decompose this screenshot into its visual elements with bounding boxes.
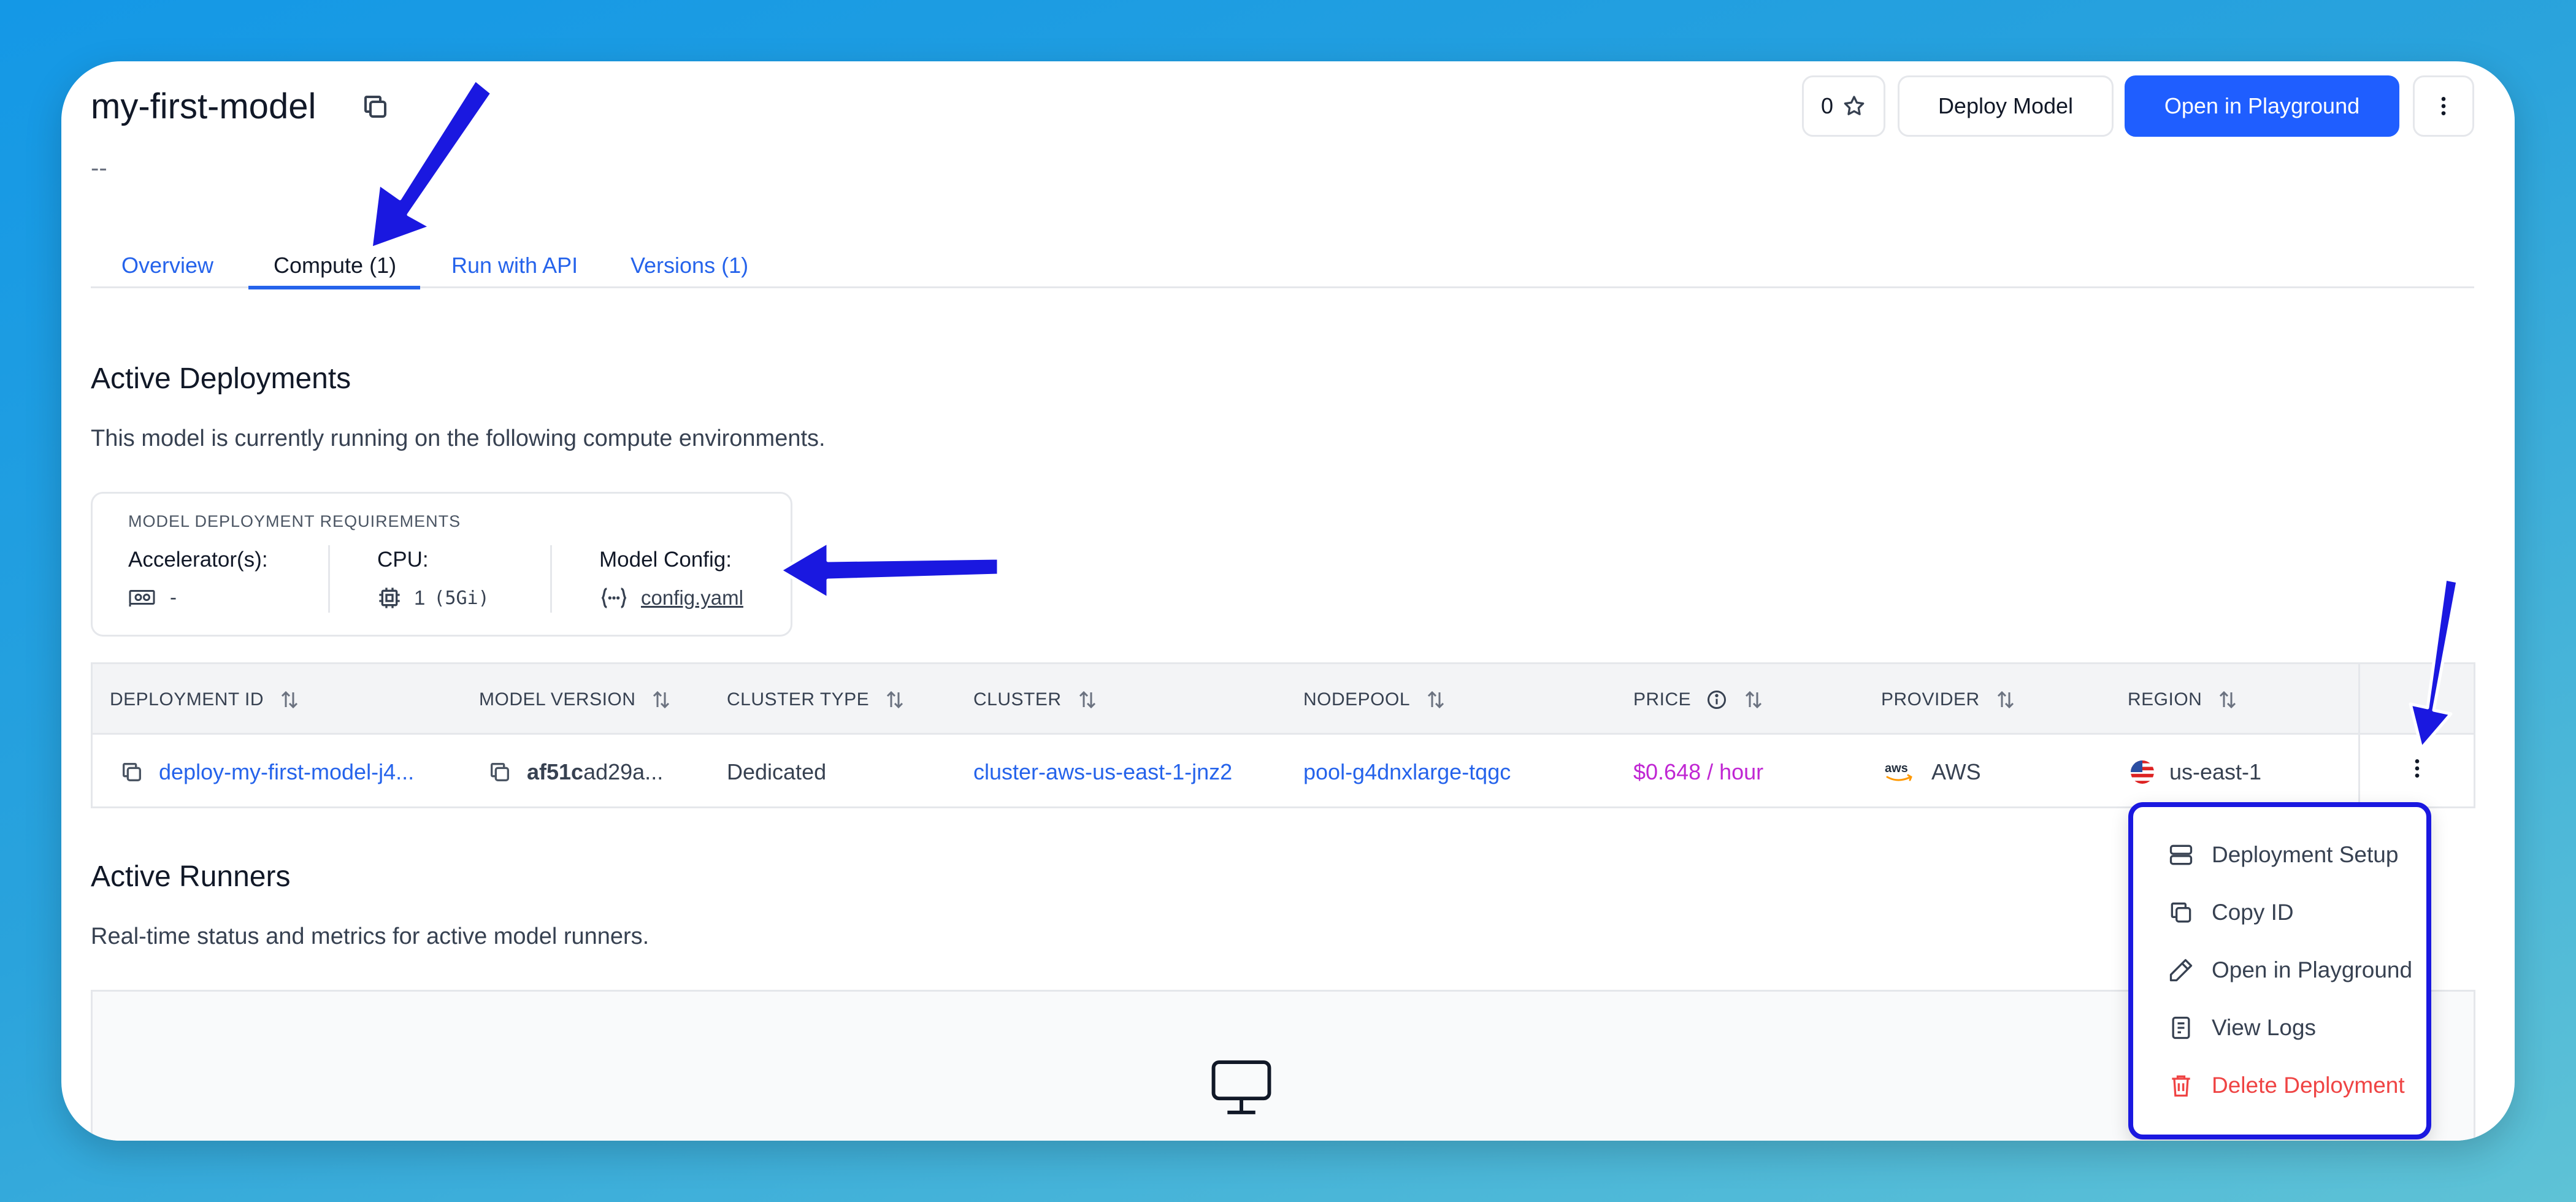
pencil-icon — [2168, 957, 2195, 984]
menu-item-delete-deployment[interactable]: Delete Deployment — [2168, 1072, 2405, 1099]
server-icon — [2168, 841, 2195, 868]
trash-icon — [2168, 1072, 2195, 1099]
arrow-annotation — [2409, 577, 2459, 750]
arrow-annotation — [778, 540, 1000, 600]
menu-item-label: View Logs — [2212, 1015, 2317, 1040]
menu-item-label: Open in Playground — [2212, 957, 2413, 982]
copy-icon — [2168, 899, 2195, 926]
menu-item-open-in-playground[interactable]: Open in Playground — [2168, 957, 2412, 984]
model-page-card: my-first-model -- 0 Deploy Model Open in… — [61, 61, 2515, 1141]
menu-item-label: Deployment Setup — [2212, 842, 2399, 867]
menu-item-deployment-setup[interactable]: Deployment Setup — [2168, 841, 2398, 868]
menu-item-view-logs[interactable]: View Logs — [2168, 1014, 2316, 1041]
menu-item-label: Delete Deployment — [2212, 1073, 2405, 1098]
menu-item-label: Copy ID — [2212, 900, 2294, 925]
row-actions-menu: Deployment Setup Copy ID Open in Playgro… — [2128, 802, 2431, 1139]
menu-item-copy-id[interactable]: Copy ID — [2168, 899, 2294, 926]
arrow-annotation — [369, 78, 494, 250]
document-icon — [2168, 1014, 2195, 1041]
